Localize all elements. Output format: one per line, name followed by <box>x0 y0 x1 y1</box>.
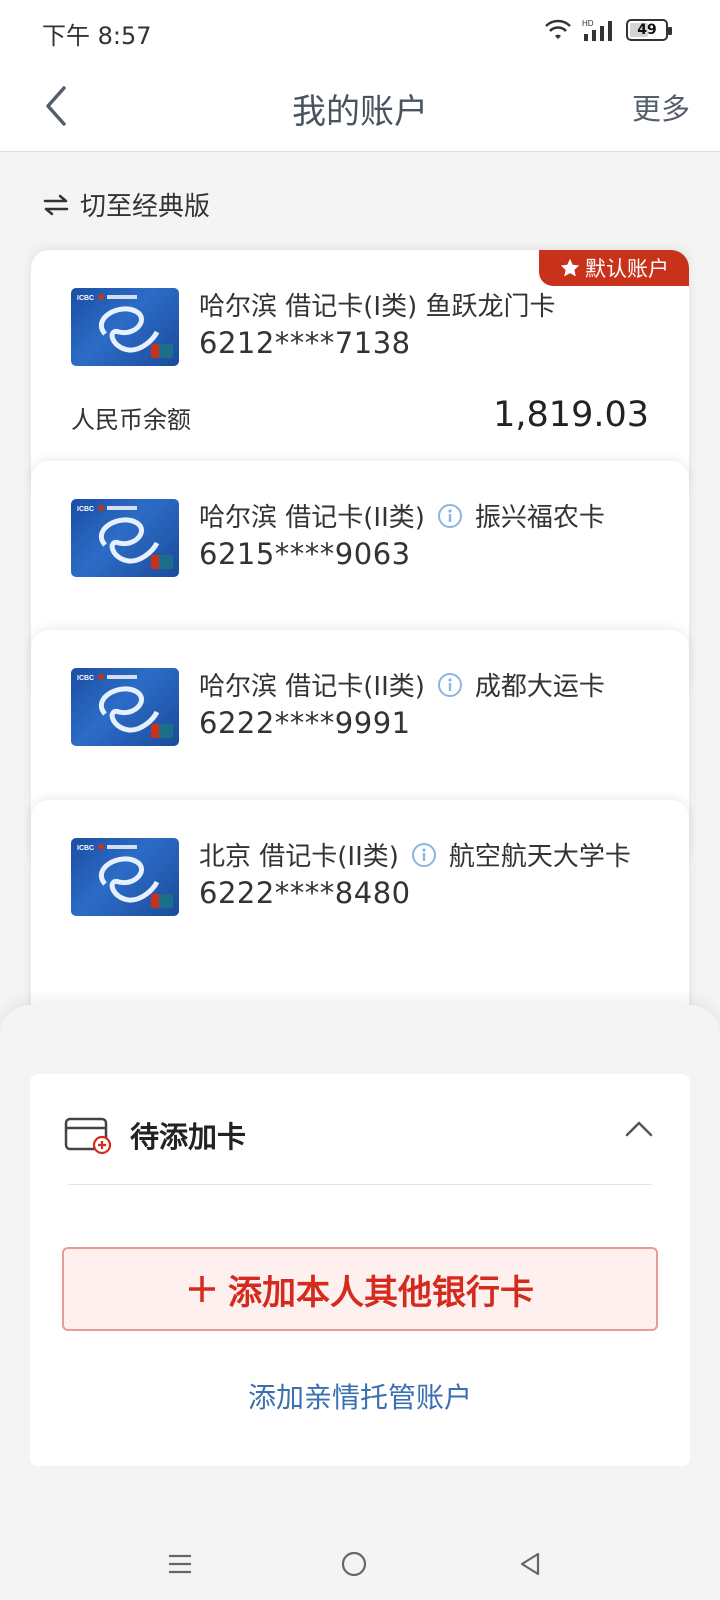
account-name: 哈尔滨 借记卡(II类) 振兴福农卡 <box>199 497 605 534</box>
pending-title: 待添加卡 <box>130 1120 247 1154</box>
account-number: 6215****9063 <box>199 537 411 571</box>
default-account-label: 默认账户 <box>585 257 669 281</box>
info-icon[interactable] <box>437 503 463 529</box>
system-nav-bar <box>0 1526 720 1600</box>
wifi-icon <box>545 19 571 39</box>
plus-icon <box>189 1276 215 1302</box>
add-own-card-button[interactable]: 添加本人其他银行卡 <box>62 1247 658 1331</box>
add-own-card-label: 添加本人其他银行卡 <box>228 1272 534 1313</box>
svg-text:ICBC: ICBC <box>77 506 94 513</box>
page-title: 我的账户 <box>292 92 428 132</box>
account-name: 哈尔滨 借记卡(I类) 鱼跃龙门卡 <box>199 292 556 322</box>
add-family-account-link[interactable]: 添加亲情托管账户 <box>30 1376 690 1416</box>
account-number: 6222****8480 <box>199 876 411 910</box>
account-name: 哈尔滨 借记卡(II类) 成都大运卡 <box>199 666 605 703</box>
svg-text:ICBC: ICBC <box>77 845 94 852</box>
status-icons: HD 49 <box>544 18 672 42</box>
pending-cards-panel: 待添加卡 添加本人其他银行卡 添加亲情托管账户 <box>30 1074 690 1466</box>
bank-card-image: ICBC <box>71 668 179 746</box>
switch-version-label: 切至经典版 <box>80 192 211 222</box>
bank-card-image: ICBC <box>71 288 179 366</box>
switch-arrows-icon <box>43 194 69 215</box>
account-name-prefix: 北京 借记卡(II类) <box>199 842 399 872</box>
info-icon[interactable] <box>437 672 463 698</box>
app-header: 我的账户 更多 <box>0 60 720 152</box>
status-bar: 下午 8:57 HD 49 <box>0 0 720 60</box>
svg-text:HD: HD <box>582 19 594 28</box>
account-name-prefix: 哈尔滨 借记卡(II类) <box>199 503 425 533</box>
account-number: 6222****9991 <box>199 706 411 740</box>
default-account-badge: 默认账户 <box>539 250 689 286</box>
signal-icon: HD <box>582 19 612 41</box>
account-name-prefix: 哈尔滨 借记卡(II类) <box>199 672 425 702</box>
account-card[interactable]: ICBC 北京 借记卡(II类) 航空航天大学卡 6222****8480 <box>31 800 689 1040</box>
card-add-icon <box>64 1117 112 1155</box>
collapse-button[interactable] <box>624 1114 654 1144</box>
balance-value: 1,819.03 <box>493 395 649 435</box>
battery-level: 49 <box>637 22 657 38</box>
battery-icon: 49 <box>626 19 672 41</box>
status-time: 下午 8:57 <box>42 22 152 50</box>
account-name: 北京 借记卡(II类) 航空航天大学卡 <box>199 836 631 873</box>
svg-text:ICBC: ICBC <box>77 675 94 682</box>
more-button[interactable]: 更多 <box>632 86 690 128</box>
account-name-suffix: 成都大运卡 <box>474 672 605 702</box>
divider <box>68 1184 652 1185</box>
menu-icon[interactable] <box>166 1550 194 1578</box>
balance-label: 人民币余额 <box>71 406 191 434</box>
info-icon[interactable] <box>411 842 437 868</box>
star-icon <box>560 258 580 277</box>
account-name-suffix: 航空航天大学卡 <box>448 842 631 872</box>
bank-card-image: ICBC <box>71 499 179 577</box>
pending-header[interactable]: 待添加卡 <box>64 1114 246 1156</box>
bank-card-image: ICBC <box>71 838 179 916</box>
switch-version-button[interactable]: 切至经典版 <box>42 186 210 223</box>
back-triangle-icon[interactable] <box>516 1550 544 1578</box>
account-number: 6212****7138 <box>199 326 411 360</box>
home-icon[interactable] <box>340 1550 368 1578</box>
account-name-suffix: 振兴福农卡 <box>474 503 605 533</box>
chevron-up-icon <box>625 1121 653 1137</box>
svg-text:ICBC: ICBC <box>77 295 94 302</box>
